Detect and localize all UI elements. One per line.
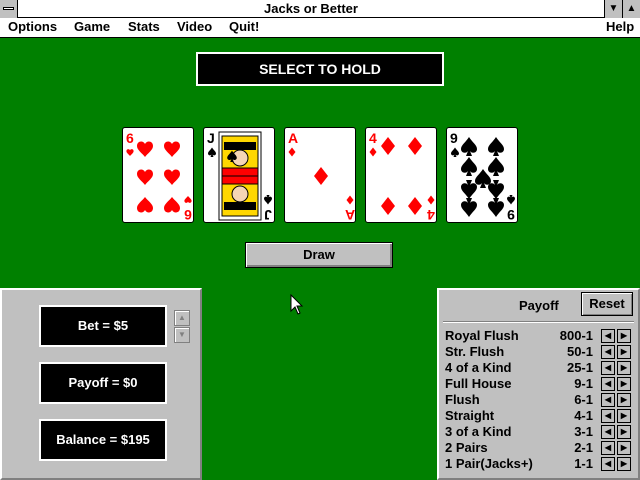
draw-button[interactable]: Draw — [245, 242, 393, 268]
svg-text:6: 6 — [184, 207, 192, 223]
window-title: Jacks or Better — [264, 1, 358, 16]
card-5[interactable]: 9 9 — [446, 127, 518, 223]
svg-text:J: J — [264, 207, 272, 223]
odds-increase-button[interactable]: ▶ — [617, 377, 631, 391]
hand-name: 4 of a Kind — [445, 360, 512, 375]
payoff-row: Full House 9-1 ◀ ▶ — [445, 376, 637, 392]
payoff-row: 4 of a Kind 25-1 ◀ ▶ — [445, 360, 637, 376]
odds-increase-button[interactable]: ▶ — [617, 409, 631, 423]
hand-odds: 6-1 — [574, 392, 593, 407]
payoff-title: Payoff — [519, 298, 559, 313]
odds-increase-button[interactable]: ▶ — [617, 393, 631, 407]
hand-odds: 50-1 — [566, 344, 593, 359]
maximize-button[interactable]: ▲ — [622, 0, 640, 18]
menu-help[interactable]: Help — [606, 19, 634, 34]
jack-of-spades-icon: J — [208, 131, 272, 223]
menu-bar: Options Game Stats Video Quit! Help — [0, 18, 640, 38]
payoff-row: Straight 4-1 ◀ ▶ — [445, 408, 637, 424]
svg-text:A: A — [345, 207, 355, 223]
diamonds-icon: A — [288, 147, 355, 223]
payoff-row: 2 Pairs 2-1 ◀ ▶ — [445, 440, 637, 456]
divider — [443, 321, 634, 323]
hand-name: Str. Flush — [445, 344, 505, 359]
hand-odds: 4-1 — [574, 408, 593, 423]
mouse-cursor-icon — [290, 294, 304, 315]
balance-display: Balance = $195 — [39, 419, 167, 461]
card-1[interactable]: 6 6 — [122, 127, 194, 223]
hand-odds: 3-1 — [574, 424, 593, 439]
payoff-row: Str. Flush 50-1 ◀ ▶ — [445, 344, 637, 360]
payoff-row: Royal Flush 800-1 ◀ ▶ — [445, 328, 637, 344]
hand-name: 1 Pair(Jacks+) — [445, 456, 533, 471]
hand-odds: 800-1 — [559, 328, 593, 343]
hand-odds: 2-1 — [574, 440, 593, 455]
hand-name: 3 of a Kind — [445, 424, 512, 439]
svg-text:4: 4 — [427, 207, 435, 223]
bet-increase-button[interactable]: ▲ — [174, 310, 190, 326]
payoff-display: Payoff = $0 — [39, 362, 167, 404]
payoff-row: 1 Pair(Jacks+) 1-1 ◀ ▶ — [445, 456, 637, 472]
hand-odds: 9-1 — [574, 376, 593, 391]
svg-text:9: 9 — [507, 207, 515, 223]
card-4[interactable]: 4 4 — [365, 127, 437, 223]
hand-name: 2 Pairs — [445, 440, 488, 455]
title-bar: Jacks or Better ▼ ▲ — [0, 0, 640, 18]
bet-display: Bet = $5 — [39, 305, 167, 347]
hand-odds: 1-1 — [574, 456, 593, 471]
menu-stats[interactable]: Stats — [128, 19, 160, 34]
odds-decrease-button[interactable]: ◀ — [601, 361, 615, 375]
hand-name: Full House — [445, 376, 512, 391]
menu-game[interactable]: Game — [74, 19, 110, 34]
payoff-row: 3 of a Kind 3-1 ◀ ▶ — [445, 424, 637, 440]
bet-decrease-button[interactable]: ▼ — [174, 327, 190, 343]
bet-panel: Bet = $5 ▲ ▼ Payoff = $0 Balance = $195 — [0, 288, 202, 480]
odds-increase-button[interactable]: ▶ — [617, 457, 631, 471]
menu-quit[interactable]: Quit! — [229, 19, 259, 34]
hand-name: Straight — [445, 408, 495, 423]
hand-odds: 25-1 — [566, 360, 593, 375]
menu-options[interactable]: Options — [8, 19, 57, 34]
hand-name: Royal Flush — [445, 328, 519, 343]
status-banner: SELECT TO HOLD — [196, 52, 444, 86]
payoff-row: Flush 6-1 ◀ ▶ — [445, 392, 637, 408]
odds-decrease-button[interactable]: ◀ — [601, 441, 615, 455]
card-3[interactable]: A A — [284, 127, 356, 223]
minimize-button[interactable]: ▼ — [604, 0, 622, 18]
odds-increase-button[interactable]: ▶ — [617, 329, 631, 343]
hand-name: Flush — [445, 392, 480, 407]
odds-decrease-button[interactable]: ◀ — [601, 457, 615, 471]
odds-decrease-button[interactable]: ◀ — [601, 345, 615, 359]
odds-decrease-button[interactable]: ◀ — [601, 425, 615, 439]
payoff-table-panel: Payoff Reset Royal Flush 800-1 ◀ ▶ Str. Flus… — [437, 288, 640, 480]
menu-video[interactable]: Video — [177, 19, 212, 34]
odds-increase-button[interactable]: ▶ — [617, 441, 631, 455]
diamonds-icon: 4 — [369, 137, 435, 223]
hearts-icon: 6 — [126, 141, 192, 223]
odds-decrease-button[interactable]: ◀ — [601, 393, 615, 407]
spades-icon: 9 — [451, 137, 515, 223]
odds-decrease-button[interactable]: ◀ — [601, 377, 615, 391]
reset-button[interactable]: Reset — [581, 292, 633, 316]
odds-increase-button[interactable]: ▶ — [617, 425, 631, 439]
odds-increase-button[interactable]: ▶ — [617, 345, 631, 359]
odds-increase-button[interactable]: ▶ — [617, 361, 631, 375]
system-menu-button[interactable] — [0, 0, 18, 18]
card-2[interactable]: J J — [203, 127, 275, 223]
odds-decrease-button[interactable]: ◀ — [601, 329, 615, 343]
odds-decrease-button[interactable]: ◀ — [601, 409, 615, 423]
